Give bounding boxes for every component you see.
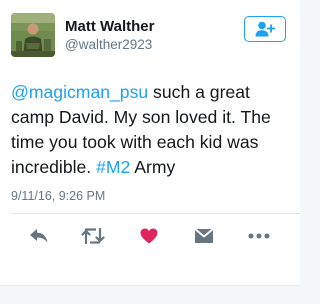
add-user-icon <box>255 21 275 37</box>
retweet-button[interactable] <box>78 224 108 248</box>
reply-icon <box>30 229 48 243</box>
tweet-text: @magicman_psu such a great camp David. M… <box>11 80 297 180</box>
heart-icon <box>140 228 158 244</box>
retweet-icon <box>81 227 105 245</box>
author-display-name[interactable]: Matt Walther <box>65 18 154 35</box>
card-bottom-divider <box>0 285 300 286</box>
avatar[interactable] <box>11 13 55 57</box>
mention-link[interactable]: @magicman_psu <box>11 82 148 102</box>
more-icon <box>248 233 270 239</box>
more-button[interactable] <box>244 224 274 248</box>
hashtag-link[interactable]: #M2 <box>96 157 130 177</box>
follow-button[interactable] <box>244 16 286 42</box>
author-handle[interactable]: @walther2923 <box>65 37 152 52</box>
like-button[interactable] <box>134 224 164 248</box>
message-button[interactable] <box>189 224 219 248</box>
tweet-timestamp[interactable]: 9/11/16, 9:26 PM <box>11 189 105 203</box>
tweet-body-part2: Army <box>130 157 176 177</box>
envelope-icon <box>194 228 214 243</box>
tweet-card: Matt Walther @walther2923 @magicman_psu … <box>0 0 300 286</box>
actions-divider <box>11 213 300 214</box>
reply-button[interactable] <box>24 224 54 248</box>
